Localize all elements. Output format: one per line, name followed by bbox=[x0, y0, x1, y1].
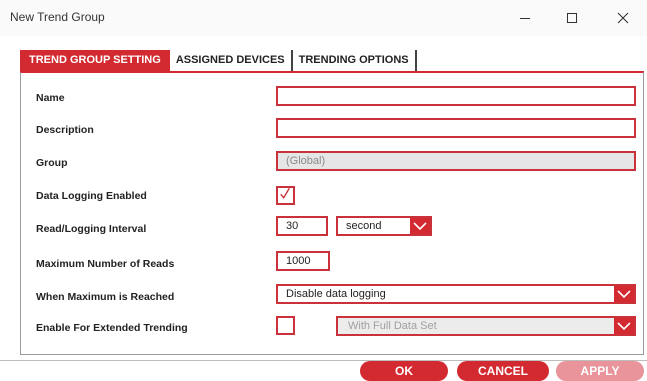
maximize-button[interactable] bbox=[552, 4, 592, 32]
extended-trending-value: With Full Data Set bbox=[348, 320, 437, 332]
data-logging-label: Data Logging Enabled bbox=[36, 190, 147, 202]
tab-assigned-devices[interactable]: ASSIGNED DEVICES bbox=[170, 50, 293, 71]
minimize-icon bbox=[520, 18, 530, 19]
chevron-down-icon bbox=[614, 286, 634, 302]
chevron-down-icon bbox=[410, 218, 430, 234]
footer-divider bbox=[0, 360, 647, 361]
extended-trending-select: With Full Data Set bbox=[336, 316, 636, 336]
window-title: New Trend Group bbox=[10, 10, 105, 24]
data-logging-checkbox[interactable] bbox=[276, 186, 295, 205]
cancel-button[interactable]: CANCEL bbox=[457, 361, 549, 381]
when-max-select[interactable]: Disable data logging bbox=[276, 284, 636, 304]
checkmark-icon bbox=[280, 187, 290, 199]
tab-bar: TREND GROUP SETTING ASSIGNED DEVICES TRE… bbox=[20, 50, 417, 71]
group-label: Group bbox=[36, 157, 68, 169]
settings-panel bbox=[20, 71, 644, 355]
group-input: (Global) bbox=[276, 151, 636, 171]
title-bar: New Trend Group bbox=[0, 0, 647, 36]
extended-trending-checkbox[interactable] bbox=[276, 316, 295, 335]
apply-button[interactable]: APPLY bbox=[556, 361, 644, 381]
name-input[interactable] bbox=[276, 86, 636, 106]
tab-trending-options[interactable]: TRENDING OPTIONS bbox=[293, 50, 417, 71]
chevron-down-icon bbox=[614, 318, 634, 334]
max-reads-input[interactable]: 1000 bbox=[276, 251, 330, 271]
extended-trending-label: Enable For Extended Trending bbox=[36, 322, 188, 334]
interval-unit-select[interactable]: second bbox=[336, 216, 432, 236]
interval-label: Read/Logging Interval bbox=[36, 223, 147, 235]
max-reads-label: Maximum Number of Reads bbox=[36, 258, 175, 270]
ok-button[interactable]: OK bbox=[360, 361, 448, 381]
tab-trend-group-setting[interactable]: TREND GROUP SETTING bbox=[20, 50, 170, 71]
name-label: Name bbox=[36, 92, 65, 104]
when-max-value: Disable data logging bbox=[286, 288, 386, 300]
description-label: Description bbox=[36, 124, 94, 136]
when-max-label: When Maximum is Reached bbox=[36, 291, 175, 303]
minimize-button[interactable] bbox=[505, 4, 545, 32]
description-input[interactable] bbox=[276, 118, 636, 138]
close-button[interactable] bbox=[603, 4, 643, 32]
maximize-icon bbox=[567, 13, 577, 23]
interval-unit-value: second bbox=[346, 220, 382, 232]
interval-input[interactable]: 30 bbox=[276, 216, 328, 236]
close-icon bbox=[617, 12, 629, 24]
